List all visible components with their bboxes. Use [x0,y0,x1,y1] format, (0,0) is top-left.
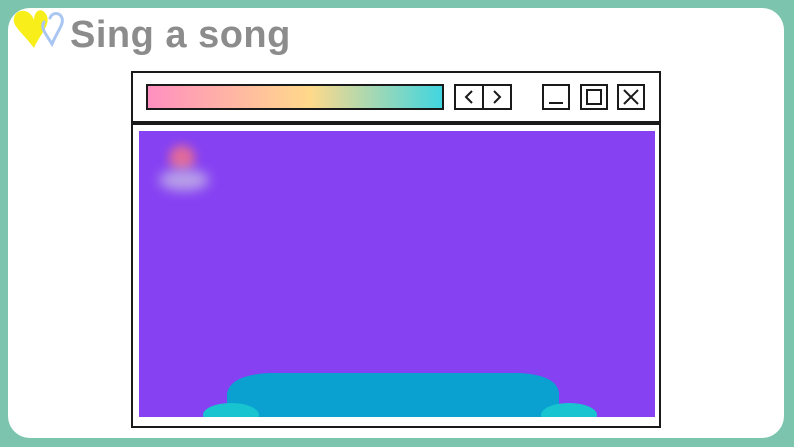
maximize-button[interactable] [580,84,608,110]
sofa-illustration [203,373,597,417]
chevron-left-icon [464,90,473,104]
hearts-icon [13,10,64,49]
page-title: Sing a song [70,14,291,56]
chevron-right-icon [493,90,502,104]
close-icon [623,89,639,105]
minimize-button[interactable] [542,84,570,110]
nav-buttons [454,84,512,110]
forward-button[interactable] [482,86,510,108]
close-button[interactable] [617,84,645,110]
address-bar[interactable] [146,84,444,110]
video-player[interactable] [139,131,655,417]
minimize-icon [549,102,563,104]
maximize-icon [586,89,602,105]
back-button[interactable] [456,86,482,108]
